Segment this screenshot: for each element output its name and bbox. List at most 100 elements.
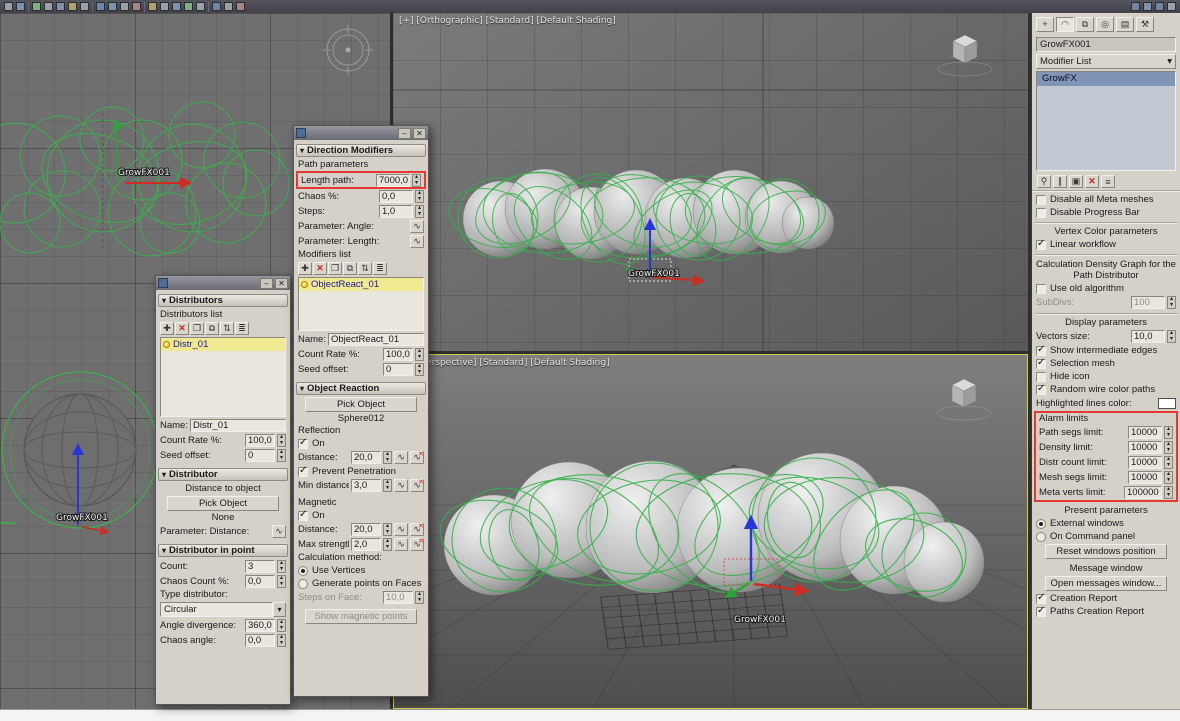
curve-button[interactable]: ∿ [272,525,286,538]
length-path-field[interactable]: 7000,0 [376,173,410,187]
viewport-orthographic[interactable]: [+] [Orthographic] [Standard] [Default S… [393,13,1028,351]
distr-name-field[interactable]: Distr_01 [189,419,286,432]
reorder-distributor-icon[interactable]: ⇅ [220,322,234,335]
show-end-result-icon[interactable]: ∥ [1053,175,1067,188]
chaos-angle-field[interactable]: 0,0 [245,634,275,647]
delete-distributor-icon[interactable]: ✕ [175,322,189,335]
density-limit-field[interactable]: 10000 [1128,441,1162,454]
viewport-label[interactable]: [+] [Orthographic] [Standard] [Default S… [399,16,616,26]
path-segs-spinner[interactable] [1164,426,1173,439]
toolbar-icon[interactable] [212,2,221,11]
make-unique-icon[interactable]: ▣ [1069,175,1083,188]
distributors-rollout[interactable]: Distributors [158,294,288,307]
bulb-icon[interactable] [301,281,308,288]
steps-spinner[interactable] [415,205,424,218]
toolbar-icon[interactable] [184,2,193,11]
window-titlebar[interactable]: – ✕ [294,126,428,140]
delete-curve-button[interactable]: ∿ ✕ [410,538,424,551]
object-reaction-rollout[interactable]: Object Reaction [296,382,426,395]
toolbar-icon[interactable] [32,2,41,11]
count-field[interactable]: 3 [245,560,275,573]
view-cube[interactable] [937,34,993,77]
add-distributor-icon[interactable]: ✚ [160,322,174,335]
disable-progress-checkbox[interactable] [1036,207,1046,218]
delete-curve-button[interactable]: ∿ ✕ [410,523,424,536]
distr-count-rate-spinner[interactable] [277,434,286,447]
toolbar-icon[interactable] [148,2,157,11]
distr-seed-field[interactable]: 0 [245,449,275,462]
toolbar-icon[interactable] [96,2,105,11]
rendered-frame-icon[interactable] [1143,2,1152,11]
magnetic-distance-spinner[interactable] [383,523,392,536]
distr-seed-spinner[interactable] [277,449,286,462]
distr-count-spinner[interactable] [1164,456,1173,469]
create-tab-icon[interactable]: + [1036,16,1054,32]
distributor-in-point-rollout[interactable]: Distributor in point [158,544,288,557]
toolbar-icon[interactable] [4,2,13,11]
prevent-penetration-checkbox[interactable] [298,465,308,477]
show-edges-checkbox[interactable] [1036,344,1046,356]
delete-modifier-icon[interactable]: ✕ [313,262,327,275]
pick-object-button[interactable]: Pick Object [167,496,279,511]
subdivs-field[interactable]: 100 [1131,296,1165,309]
modifier-count-rate-spinner[interactable] [415,348,424,361]
open-messages-button[interactable]: Open messages window... [1045,576,1167,591]
chaos-count-field[interactable]: 0,0 [245,575,275,588]
toolbar-icon[interactable] [16,2,25,11]
toolbar-icon[interactable] [68,2,77,11]
modifier-stack-item[interactable]: GrowFX [1037,72,1175,86]
toolbar-icon[interactable] [56,2,65,11]
curve-button[interactable]: ∿ [394,479,408,492]
count-spinner[interactable] [277,560,286,573]
toolbar-icon[interactable] [80,2,89,11]
type-distributor-dropdown[interactable]: Circular ▾ [160,602,286,617]
utilities-tab-icon[interactable]: ⚒ [1136,16,1154,32]
list-item[interactable]: ObjectReact_01 [299,278,423,291]
use-old-algorithm-checkbox[interactable] [1036,283,1046,294]
angle-divergence-field[interactable]: 360,0 [245,619,275,632]
copy-distributor-icon[interactable]: ⧉ [205,322,219,335]
max-strength-spinner[interactable] [383,538,392,551]
motion-tab-icon[interactable]: ◎ [1096,16,1114,32]
toolbar-icon[interactable] [224,2,233,11]
curve-button[interactable]: ∿ [394,523,408,536]
curve-button[interactable]: ∿ [410,235,424,248]
modifiers-list[interactable]: ObjectReact_01 [298,277,424,331]
modifier-seed-spinner[interactable] [415,363,424,376]
configure-modifier-sets-icon[interactable]: ≡ [1101,175,1115,188]
distr-count-field[interactable]: 10000 [1128,456,1162,469]
pin-stack-icon[interactable]: ⚲ [1037,175,1051,188]
viewport-label[interactable]: [+] [Perspective] [Standard] [Default Sh… [400,358,610,368]
clone-distributor-icon[interactable]: ❐ [190,322,204,335]
hide-icon-checkbox[interactable] [1036,371,1046,382]
subdivs-spinner[interactable] [1167,296,1176,309]
reflection-distance-spinner[interactable] [383,451,392,464]
length-path-spinner[interactable] [412,173,421,187]
reorder-modifier-icon[interactable]: ⇅ [358,262,372,275]
direction-modifiers-rollout[interactable]: Direction Modifiers [296,144,426,157]
window-titlebar[interactable]: – ✕ [156,276,290,290]
toolbar-icon[interactable] [160,2,169,11]
selection-mesh-checkbox[interactable] [1036,357,1046,369]
steps-field[interactable]: 1,0 [379,205,413,218]
delete-curve-button[interactable]: ∿ ✕ [410,479,424,492]
clone-modifier-icon[interactable]: ❐ [328,262,342,275]
modifier-seed-field[interactable]: 0 [383,363,413,376]
render-setup-icon[interactable] [1131,2,1140,11]
mesh-segs-field[interactable]: 10000 [1128,471,1162,484]
chaos-angle-spinner[interactable] [277,634,286,647]
chaos-count-spinner[interactable] [277,575,286,588]
reflection-distance-field[interactable]: 20,0 [351,451,381,464]
path-segs-field[interactable]: 10000 [1128,426,1162,439]
generate-points-radio[interactable] [298,578,308,589]
max-strength-field[interactable]: 2,0 [351,538,381,551]
magnetic-on-checkbox[interactable] [298,509,308,521]
toolbar-icon[interactable] [108,2,117,11]
curve-button[interactable]: ∿ [410,220,424,233]
toolbar-icon[interactable] [236,2,245,11]
remove-modifier-icon[interactable]: ✕ [1085,175,1099,188]
magnetic-distance-field[interactable]: 20,0 [351,523,381,536]
modifier-name-field[interactable]: ObjectReact_01 [327,333,424,346]
bulb-icon[interactable] [163,341,170,348]
delete-curve-button[interactable]: ∿ ✕ [410,451,424,464]
